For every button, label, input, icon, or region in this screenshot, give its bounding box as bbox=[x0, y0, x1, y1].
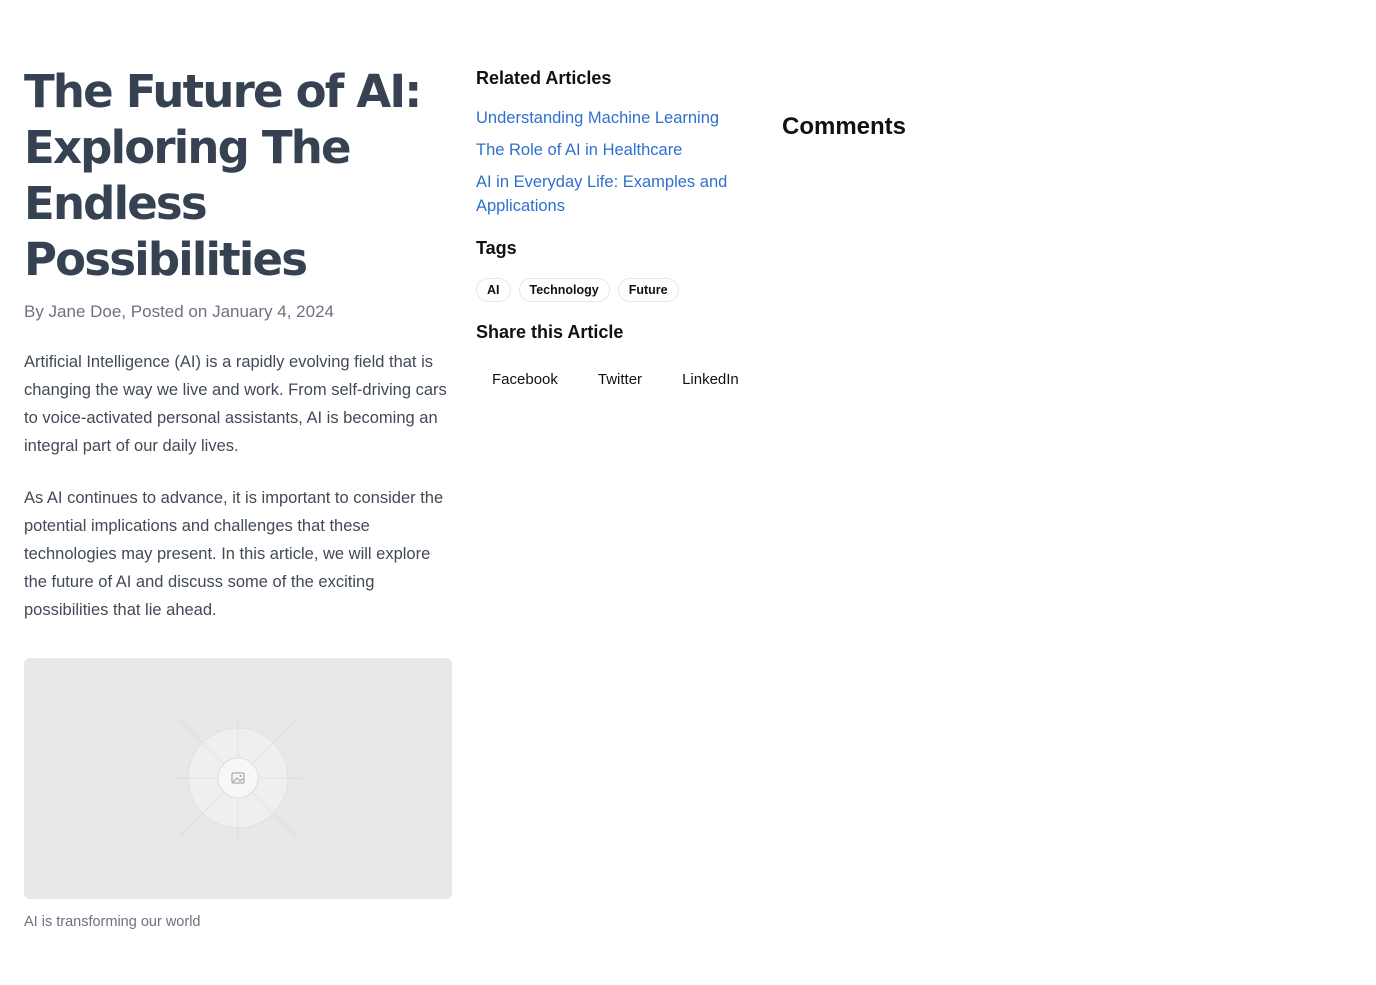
related-article-link[interactable]: The Role of AI in Healthcare bbox=[476, 138, 746, 162]
article-byline: By Jane Doe, Posted on January 4, 2024 bbox=[24, 302, 334, 321]
sidebar: Related Articles Understanding Machine L… bbox=[476, 64, 766, 396]
share-buttons: Facebook Twitter LinkedIn bbox=[476, 364, 766, 396]
comments-heading: Comments bbox=[782, 113, 907, 140]
image-icon bbox=[231, 772, 245, 784]
tag-future[interactable]: Future bbox=[617, 278, 679, 302]
tag-technology[interactable]: Technology bbox=[518, 278, 610, 302]
related-article-link[interactable]: Understanding Machine Learning bbox=[476, 106, 746, 130]
article-paragraph: As AI continues to advance, it is import… bbox=[24, 489, 444, 619]
tag-ai[interactable]: AI bbox=[476, 278, 511, 302]
share-facebook-button[interactable]: Facebook bbox=[476, 364, 574, 396]
article-title: The Future of AI: Exploring The Endless … bbox=[24, 65, 422, 286]
share-linkedin-button[interactable]: LinkedIn bbox=[666, 364, 755, 396]
tag-list: AI Technology Future bbox=[476, 278, 766, 302]
article-figure: AI is transforming our world bbox=[24, 658, 452, 931]
related-articles-list: Understanding Machine Learning The Role … bbox=[476, 106, 766, 218]
list-item: Understanding Machine Learning bbox=[476, 106, 766, 130]
tags-heading: Tags bbox=[476, 238, 517, 258]
share-twitter-button[interactable]: Twitter bbox=[582, 364, 658, 396]
article-paragraph: Artificial Intelligence (AI) is a rapidl… bbox=[24, 353, 447, 455]
article: The Future of AI: Exploring The Endless … bbox=[24, 64, 454, 931]
blog-page: The Future of AI: Exploring The Endless … bbox=[0, 0, 1376, 985]
related-articles-heading: Related Articles bbox=[476, 68, 612, 88]
image-caption: AI is transforming our world bbox=[24, 914, 201, 930]
share-heading: Share this Article bbox=[476, 322, 624, 342]
list-item: The Role of AI in Healthcare bbox=[476, 138, 766, 162]
related-article-link[interactable]: AI in Everyday Life: Examples and Applic… bbox=[476, 170, 746, 218]
article-image bbox=[24, 658, 452, 899]
list-item: AI in Everyday Life: Examples and Applic… bbox=[476, 170, 766, 218]
comments-section: Comments bbox=[782, 110, 906, 144]
